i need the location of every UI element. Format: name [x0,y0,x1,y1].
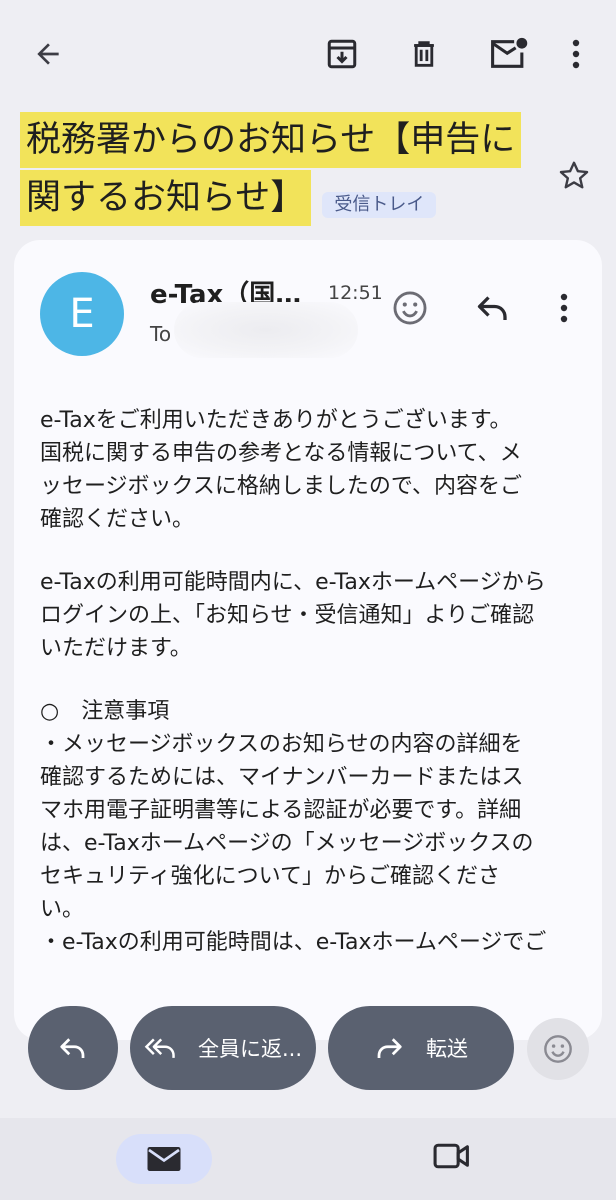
top-app-bar [0,0,616,110]
reply-button[interactable] [470,286,516,330]
back-button[interactable] [24,30,72,78]
mail-unread-icon [491,37,528,68]
reply-all-icon [144,1038,175,1058]
forward-button[interactable]: 転送 [328,1006,514,1090]
body-line: マホ用電子証明書等による認証が必要です。詳細 [40,798,522,823]
body-line: e-Taxの利用可能時間内に、e-Taxホームページから [40,570,546,595]
video-camera-icon [433,1143,469,1169]
message-card: E e-Tax（国… 12:51 To e-Taxをご利用いただきありがとうござ… [14,240,602,1040]
reply-icon [60,1038,85,1058]
delete-button[interactable] [400,30,448,78]
more-vert-icon [560,293,568,323]
reply-pill-button[interactable] [28,1006,118,1090]
body-line: セキュリティ強化について」からご確認くださ [40,864,501,889]
body-line: 国税に関する申告の参考となる情報について、メ [40,441,522,466]
body-line: ・e-Taxの利用可能時間は、e-Taxホームページでご [40,930,547,955]
nav-mail-tab[interactable] [116,1134,212,1184]
archive-icon [327,39,357,69]
inbox-label-badge[interactable]: 受信トレイ [322,191,437,218]
emoji-icon [544,1035,572,1063]
body-line: いただけます。 [40,636,192,661]
react-emoji-button[interactable] [527,1018,589,1080]
recipient-redacted [174,302,358,358]
body-line: e-Taxをご利用いただきありがとうございます。 [40,408,512,433]
archive-button[interactable] [318,30,366,78]
star-button[interactable] [556,158,592,198]
trash-icon [414,41,434,67]
reply-icon [477,296,507,320]
body-line: は、e-Taxホームページの「メッセージボックスの [40,831,534,856]
body-line: ・メッセージボックスのお知らせの内容の詳細を [40,732,523,757]
more-options-button[interactable] [556,30,596,78]
emoji-icon [393,291,427,325]
notice-heading: ○ 注意事項 [40,699,170,724]
more-vert-icon [572,39,580,69]
subject-line-1: 税務署からのお知らせ【申告に [20,112,522,168]
body-line: い。 [40,897,85,922]
reply-all-button[interactable]: 全員に返... [130,1006,316,1090]
mail-icon [147,1147,181,1171]
bottom-navigation [0,1118,616,1200]
nav-meet-tab[interactable] [432,1140,472,1176]
message-body: e-Taxをご利用いただきありがとうございます。 国税に関する申告の参考となる情… [40,404,588,959]
mark-unread-button[interactable] [482,30,534,78]
email-subject: 税務署からのお知らせ【申告に 関するお知らせ】 受信トレイ [20,112,560,226]
body-line: ッセージボックスに格納しましたので、内容をご [40,474,523,499]
body-line: 確認するためには、マイナンバーカードまたはス [40,765,524,790]
reply-action-bar: 全員に返... 転送 [0,1000,616,1100]
add-reaction-button[interactable] [388,286,432,330]
forward-icon [377,1038,402,1058]
message-time: 12:51 [328,282,383,304]
body-line: 確認ください。 [40,507,195,532]
reply-all-label: 全員に返... [197,1037,303,1061]
recipient-to-label[interactable]: To [150,322,171,346]
sender-avatar[interactable]: E [40,272,124,356]
body-line: ログインの上、「お知らせ・受信通知」よりご確認 [40,603,535,628]
forward-label: 転送 [426,1037,468,1061]
message-more-button[interactable] [544,286,584,330]
star-icon [559,161,589,189]
arrow-left-icon [37,43,59,65]
subject-line-2: 関するお知らせ】 [20,170,312,226]
